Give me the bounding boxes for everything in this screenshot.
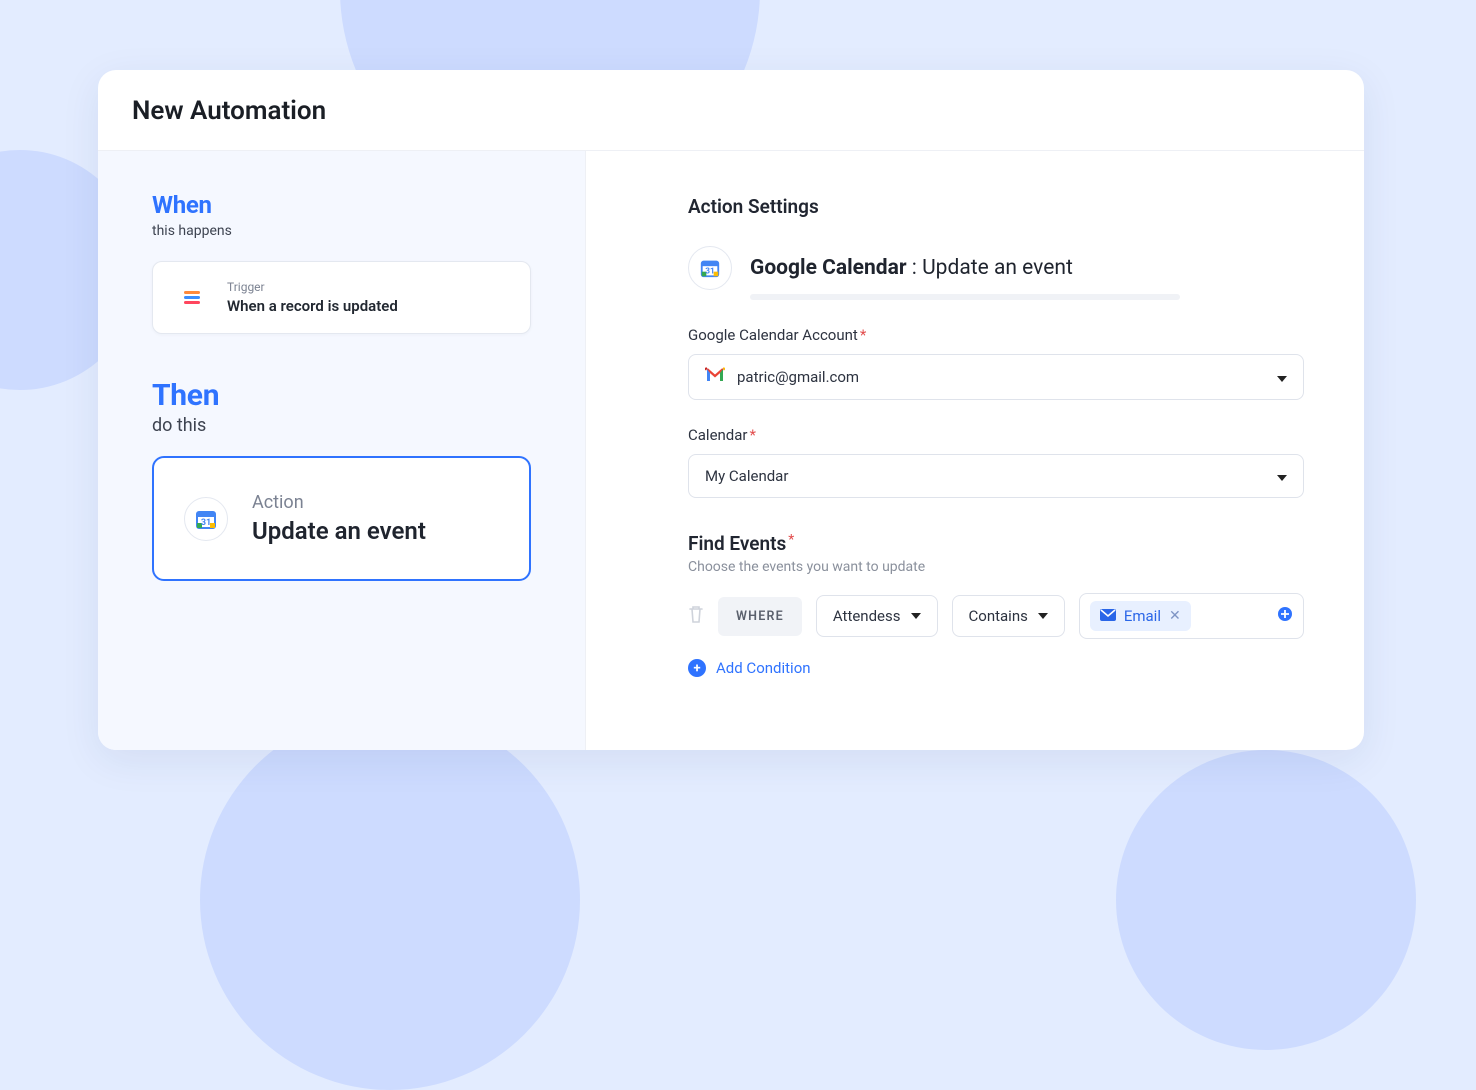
left-panel: When this happens Trigger When a record … (98, 151, 586, 750)
account-select[interactable]: patric@gmail.com (688, 354, 1304, 400)
calendar-label-text: Calendar (688, 426, 748, 444)
trigger-name: When a record is updated (227, 297, 398, 315)
then-sub: do this (152, 415, 531, 436)
service-name: Google Calendar (750, 256, 907, 280)
page-title: New Automation (132, 96, 1330, 126)
chevron-down-icon (1277, 368, 1287, 386)
chevron-down-icon (1038, 613, 1048, 619)
mail-icon (1100, 607, 1116, 625)
add-condition-label: Add Condition (716, 659, 811, 677)
required-marker: * (788, 532, 794, 548)
condition-operator-select[interactable]: Contains (952, 595, 1065, 637)
condition-field-value: Attendess (833, 607, 901, 625)
action-settings-heading: Action Settings (688, 195, 1304, 218)
when-title: When (152, 191, 531, 219)
decorative-blob (1116, 750, 1416, 1050)
service-action: Update an event (922, 256, 1073, 280)
action-label: Action (252, 492, 426, 513)
card-header: New Automation (98, 70, 1364, 151)
required-marker: * (860, 326, 866, 344)
right-panel: Action Settings 31 Google Calendar : Upd… (586, 151, 1364, 750)
trigger-card[interactable]: Trigger When a record is updated (152, 261, 531, 334)
chevron-down-icon (911, 613, 921, 619)
find-events-title: Find Events (688, 532, 786, 555)
where-label: WHERE (718, 597, 802, 636)
google-calendar-icon: 31 (688, 246, 732, 290)
email-tag-label: Email (1124, 607, 1161, 625)
action-card[interactable]: 31 Action Update an event (152, 456, 531, 581)
remove-tag-button[interactable]: ✕ (1169, 608, 1181, 624)
add-condition-button[interactable]: + Add Condition (688, 659, 1304, 677)
account-value: patric@gmail.com (737, 368, 859, 386)
action-name: Update an event (252, 517, 426, 545)
find-events-section: Find Events* Choose the events you want … (688, 532, 1304, 677)
find-events-hint: Choose the events you want to update (688, 559, 1304, 575)
add-value-button[interactable] (1277, 606, 1293, 626)
email-tag[interactable]: Email ✕ (1090, 601, 1191, 631)
service-separator: : (907, 256, 923, 280)
then-section: Then do this 31 Action Up (152, 378, 531, 581)
svg-text:31: 31 (201, 518, 211, 528)
calendar-field-group: Calendar* My Calendar (688, 426, 1304, 498)
underline (750, 294, 1180, 300)
account-field-group: Google Calendar Account* patric@gmail.co… (688, 326, 1304, 400)
condition-row: WHERE Attendess Contains (688, 593, 1304, 639)
required-marker: * (750, 426, 756, 444)
calendar-value: My Calendar (705, 467, 788, 485)
calendar-label: Calendar* (688, 426, 1304, 444)
gmail-icon (705, 367, 725, 387)
then-title: Then (152, 378, 531, 413)
service-row: 31 Google Calendar : Update an event (688, 246, 1304, 290)
when-section: When this happens Trigger When a record … (152, 191, 531, 334)
condition-field-select[interactable]: Attendess (816, 595, 938, 637)
google-calendar-icon: 31 (184, 497, 228, 541)
service-title: Google Calendar : Update an event (750, 256, 1073, 280)
delete-condition-button[interactable] (688, 605, 704, 627)
plus-icon: + (688, 659, 706, 677)
trigger-label: Trigger (227, 280, 398, 294)
account-label: Google Calendar Account* (688, 326, 1304, 344)
calendar-select[interactable]: My Calendar (688, 454, 1304, 498)
chevron-down-icon (1277, 467, 1287, 485)
condition-value-input[interactable]: Email ✕ (1079, 593, 1304, 639)
decorative-blob (200, 710, 580, 1090)
condition-operator-value: Contains (969, 607, 1028, 625)
stackby-icon (175, 281, 209, 315)
svg-text:31: 31 (705, 267, 714, 277)
when-sub: this happens (152, 223, 531, 239)
account-label-text: Google Calendar Account (688, 326, 858, 344)
automation-card: New Automation When this happens (98, 70, 1364, 750)
